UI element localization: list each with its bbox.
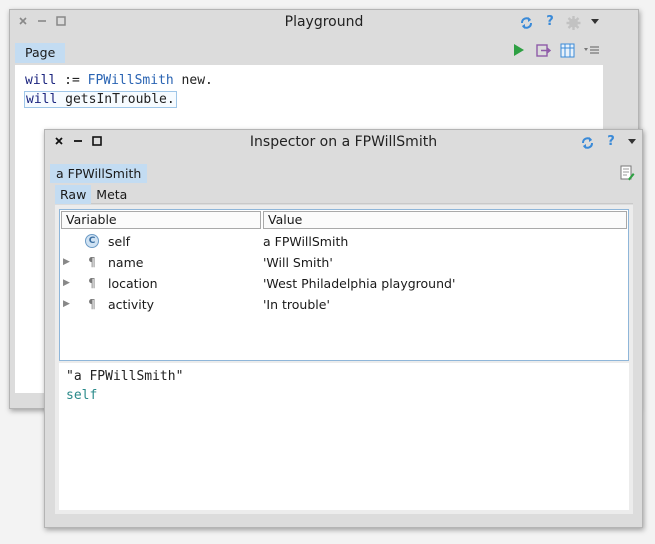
code-line-2: will getsInTrouble. bbox=[24, 91, 177, 108]
help-icon[interactable]: ? bbox=[604, 134, 618, 150]
code-assign: := bbox=[56, 73, 88, 88]
bindings-icon[interactable] bbox=[560, 43, 575, 61]
refresh-icon[interactable] bbox=[519, 14, 533, 30]
inspector-window: Inspector on a FPWillSmith ? a FPWillSmi… bbox=[44, 129, 643, 528]
pilcrow-icon: ¶ bbox=[88, 297, 96, 311]
tab-raw[interactable]: Raw bbox=[55, 185, 92, 204]
table-row[interactable]: ▶ ¶ name 'Will Smith' bbox=[60, 252, 628, 273]
inspector-title: Inspector on a FPWillSmith bbox=[249, 134, 438, 150]
tab-meta[interactable]: Meta bbox=[91, 185, 132, 204]
window-menu-icon[interactable] bbox=[625, 134, 639, 150]
expand-arrow-icon[interactable]: ▶ bbox=[63, 273, 70, 294]
table-row[interactable]: C self a FPWillSmith bbox=[60, 231, 628, 252]
tab-inspected-object[interactable]: a FPWillSmith bbox=[50, 164, 148, 183]
variable-name: self bbox=[108, 234, 131, 249]
run-icon[interactable] bbox=[513, 43, 525, 61]
refresh-icon[interactable] bbox=[580, 134, 594, 150]
window-menu-icon[interactable] bbox=[588, 14, 602, 30]
code-class: FPWillSmith bbox=[87, 73, 174, 88]
evaluator-code: self bbox=[66, 388, 98, 403]
variable-value: a FPWillSmith bbox=[263, 234, 349, 249]
code-var: will bbox=[25, 73, 57, 88]
column-header-value[interactable]: Value bbox=[263, 211, 627, 229]
pilcrow-icon: ¶ bbox=[88, 276, 96, 290]
code-message: new. bbox=[173, 73, 213, 88]
expand-arrow-icon[interactable]: ▶ bbox=[63, 294, 70, 315]
inspector-subtabs: Raw Meta bbox=[55, 185, 633, 204]
variable-value: 'West Philadelphia playground' bbox=[263, 276, 456, 291]
inspector-titlebar[interactable]: Inspector on a FPWillSmith ? bbox=[45, 130, 642, 156]
evaluator-comment: "a FPWillSmith" bbox=[66, 369, 184, 384]
edit-icon[interactable] bbox=[620, 165, 635, 185]
help-icon[interactable]: ? bbox=[543, 14, 557, 30]
gear-icon[interactable] bbox=[566, 14, 581, 30]
variable-value: 'In trouble' bbox=[263, 297, 330, 312]
expand-arrow-icon[interactable]: ▶ bbox=[63, 252, 70, 273]
code-message: getsInTrouble. bbox=[57, 92, 175, 107]
pilcrow-icon: ¶ bbox=[88, 255, 96, 269]
code-line-1: will := FPWillSmith new. bbox=[25, 73, 213, 88]
table-row[interactable]: ▶ ¶ location 'West Philadelphia playgrou… bbox=[60, 273, 628, 294]
variable-name: activity bbox=[108, 297, 155, 312]
variables-table[interactable]: Variable Value C self a FPWillSmith ▶ ¶ … bbox=[59, 209, 629, 361]
evaluator-pane[interactable]: "a FPWillSmith" self bbox=[59, 363, 629, 510]
menu-list-icon[interactable] bbox=[583, 43, 600, 61]
variable-name: name bbox=[108, 255, 144, 270]
variable-name: location bbox=[108, 276, 158, 291]
column-header-variable[interactable]: Variable bbox=[61, 211, 261, 229]
inspector-panel: Variable Value C self a FPWillSmith ▶ ¶ … bbox=[55, 205, 633, 514]
variable-value: 'Will Smith' bbox=[263, 255, 333, 270]
class-icon: C bbox=[85, 234, 99, 248]
do-it-icon[interactable] bbox=[536, 43, 552, 61]
table-row[interactable]: ▶ ¶ activity 'In trouble' bbox=[60, 294, 628, 315]
tab-page[interactable]: Page bbox=[15, 43, 66, 63]
playground-titlebar[interactable]: Playground ? bbox=[10, 10, 638, 36]
code-var: will bbox=[26, 92, 58, 107]
